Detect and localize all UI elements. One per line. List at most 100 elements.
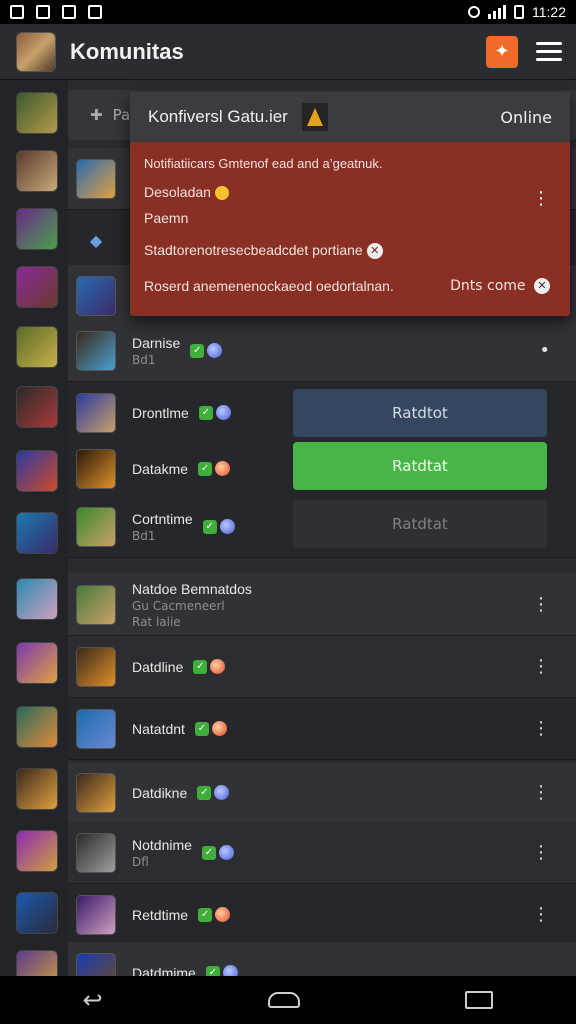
more-options-icon[interactable]: ⋮ — [532, 657, 550, 676]
community-avatar[interactable] — [16, 31, 56, 72]
notification-popup[interactable]: Konfiversl Gatu.ier Online Notifiatiicar… — [130, 92, 570, 316]
rail-avatar[interactable] — [16, 706, 58, 748]
member-name: Natdoe Bemnatdos — [132, 580, 252, 597]
globe-icon — [215, 461, 231, 476]
close-icon[interactable]: ✕ — [534, 278, 550, 294]
recent-apps-icon[interactable] — [465, 991, 494, 1009]
popup-title: Konfiversl Gatu.ier — [148, 107, 288, 126]
check-icon: ✓ — [193, 659, 208, 674]
list-item[interactable]: Datakme ✓ Ratdtat — [68, 438, 576, 500]
popup-text: Notifiatiicars Gmtenof ead and a’geatnuk… — [144, 156, 383, 171]
member-sub: Bd1 — [132, 352, 156, 367]
more-options-icon[interactable]: ⋮ — [532, 595, 550, 614]
page-title: Komunitas — [70, 38, 184, 64]
rail-avatar[interactable] — [16, 578, 58, 620]
close-icon[interactable]: ✕ — [366, 243, 383, 260]
avatar — [76, 832, 116, 873]
popup-action[interactable]: Dnts come ✕ — [450, 278, 550, 294]
rail-avatar[interactable] — [16, 450, 58, 492]
check-icon: ✓ — [198, 461, 213, 476]
rail-avatar[interactable] — [16, 150, 58, 192]
list-item[interactable]: Natatdnt ✓ ⋮ — [68, 698, 576, 760]
popup-text: Stadtorenotresecbeadcdet portiane ✕ — [144, 242, 383, 260]
rail-avatar[interactable] — [16, 92, 58, 134]
puzzle-icon[interactable]: ✦ — [486, 35, 518, 68]
alarm-icon — [468, 6, 480, 18]
member-name: Notdnime — [132, 836, 192, 853]
home-icon[interactable] — [268, 992, 301, 1008]
smile-emoji-icon — [214, 186, 229, 201]
list-item[interactable]: Datdikne ✓ ⋮ — [68, 762, 576, 824]
member-sub: Rat lalie — [132, 614, 181, 629]
member-name: Retdtime — [132, 906, 189, 923]
more-options-icon[interactable]: ⋮ — [532, 188, 550, 209]
more-options-icon[interactable]: ⋮ — [532, 905, 550, 924]
check-icon: ✓ — [197, 785, 212, 800]
rail-avatar[interactable] — [16, 830, 58, 872]
rail-avatar[interactable] — [16, 512, 58, 554]
check-icon: ✓ — [194, 721, 209, 736]
more-options-icon[interactable]: • — [539, 341, 550, 360]
check-icon: ✓ — [201, 845, 216, 860]
rail-avatar[interactable] — [16, 326, 58, 368]
back-icon[interactable]: ↩ — [83, 986, 103, 1014]
globe-icon — [211, 721, 227, 736]
list-item[interactable]: Darnise Bd1 ✓ • — [68, 320, 576, 382]
hamburger-menu-icon[interactable] — [536, 42, 562, 61]
avatar — [76, 646, 116, 687]
globe-icon — [210, 659, 226, 674]
status-label: Online — [500, 107, 552, 127]
popup-text: Roserd anemenenockaeod oedortalnan. — [144, 278, 394, 294]
member-name: Natatdnt — [132, 720, 185, 737]
check-icon: ✓ — [202, 519, 217, 534]
list-item[interactable]: Drontlme ✓ Ratdtot — [68, 382, 576, 444]
rail-avatar[interactable] — [16, 266, 58, 308]
avatar — [76, 275, 116, 316]
avatar — [76, 894, 116, 935]
avatar — [76, 772, 116, 813]
popup-text-label: Desoladan — [144, 184, 211, 200]
rail-avatar[interactable] — [16, 386, 58, 428]
rail-avatar[interactable] — [16, 892, 58, 934]
member-sub: Gu Cacmeneerl — [132, 598, 225, 613]
popup-header: Konfiversl Gatu.ier Online — [130, 92, 570, 142]
avatar — [76, 330, 116, 371]
list-item[interactable]: Datdline ✓ ⋮ — [68, 636, 576, 698]
list-item[interactable]: Notdnime Dfl ✓ ⋮ — [68, 822, 576, 884]
avatar — [76, 392, 116, 433]
avatar — [76, 448, 116, 489]
more-options-icon[interactable]: ⋮ — [532, 719, 550, 738]
globe-icon — [218, 845, 234, 860]
action-button[interactable]: Ratdtot — [293, 389, 547, 437]
list-item[interactable]: Retdtime ✓ ⋮ — [68, 884, 576, 946]
more-options-icon[interactable]: ⋮ — [532, 783, 550, 802]
member-name: Cortntime — [132, 510, 193, 527]
avatar: ◆ — [76, 220, 116, 261]
globe-icon — [207, 343, 223, 358]
rail-avatar[interactable] — [16, 208, 58, 250]
check-icon: ✓ — [190, 343, 205, 358]
camera-icon — [88, 5, 102, 19]
member-name: Datdline — [132, 658, 184, 675]
notification-icon — [10, 5, 24, 19]
search-placeholder: Pa — [112, 106, 131, 124]
action-button[interactable]: Ratdtat — [293, 442, 547, 490]
rail-avatar[interactable] — [16, 768, 58, 810]
rail-avatar[interactable] — [16, 642, 58, 684]
list-item[interactable]: Cortntime Bd1 ✓ Ratdtat — [68, 496, 576, 558]
avatar — [76, 708, 116, 749]
check-icon: ✓ — [198, 907, 213, 922]
navigation-bar: ↩ — [0, 976, 576, 1024]
list-item[interactable]: Natdoe Bemnatdos Gu Cacmeneerl Rat lalie… — [68, 574, 576, 636]
popup-text: Paemn — [144, 210, 189, 226]
member-name: Datakme — [132, 460, 189, 477]
battery-icon — [514, 5, 524, 19]
app-bar: Komunitas ✦ — [0, 24, 576, 80]
action-button[interactable]: Ratdtat — [293, 500, 547, 548]
more-options-icon[interactable]: ⋮ — [532, 843, 550, 862]
avatar — [76, 158, 116, 199]
popup-text: Desoladan — [144, 184, 229, 201]
member-name: Drontlme — [132, 404, 189, 421]
user-icon: ✚ — [90, 106, 103, 124]
member-name: Darnise — [132, 334, 181, 351]
